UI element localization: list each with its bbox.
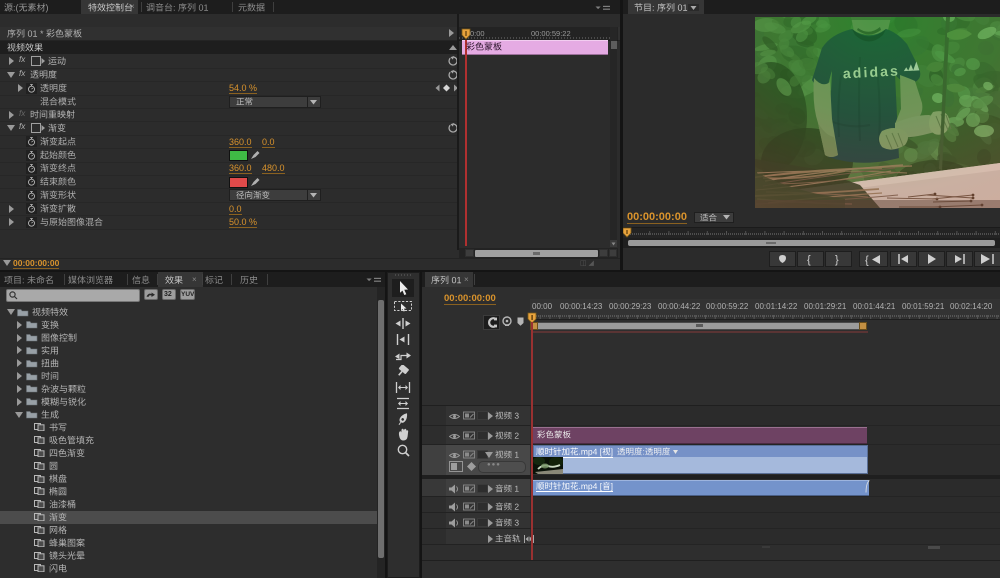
svg-text:}: } <box>835 254 839 266</box>
svg-text:{: { <box>807 254 811 266</box>
svg-text:{: { <box>865 255 869 267</box>
